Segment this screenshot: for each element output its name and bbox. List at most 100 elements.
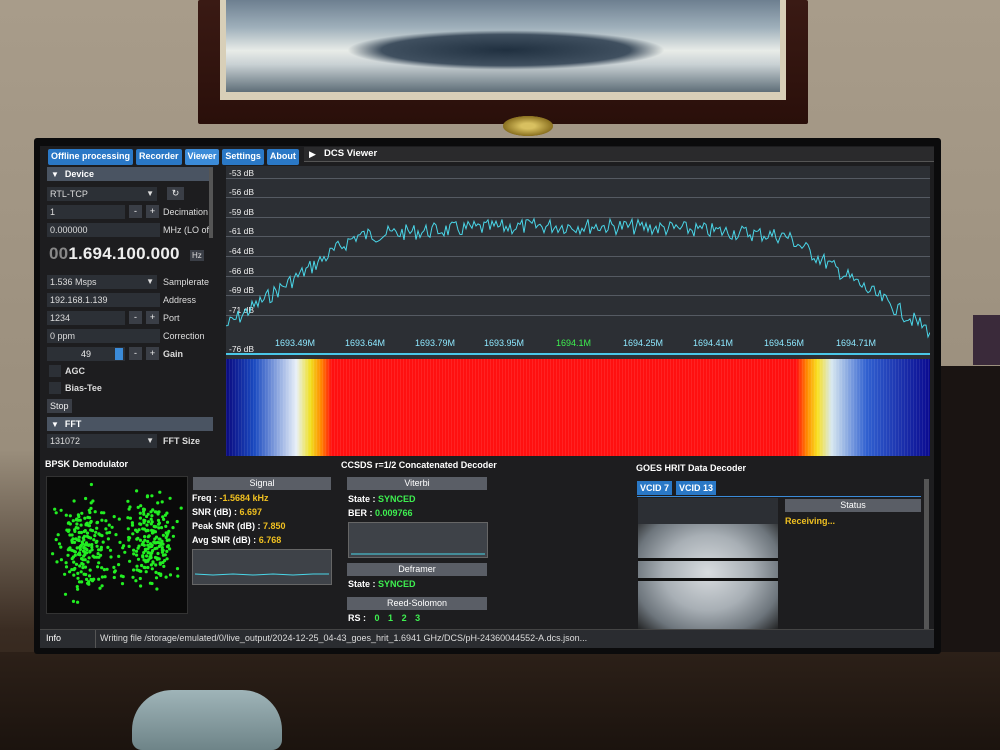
constellation-point xyxy=(146,551,150,555)
constellation-point xyxy=(84,547,88,551)
constellation-point xyxy=(86,560,90,564)
port-input[interactable]: 1234 xyxy=(47,311,125,325)
constellation-point xyxy=(146,565,150,570)
constellation-point xyxy=(141,527,145,531)
tab-offline-processing[interactable]: Offline processing xyxy=(48,149,134,165)
gain-slider-knob[interactable] xyxy=(115,348,123,360)
fft-size-select[interactable]: 131072 ▼ xyxy=(47,434,157,448)
dcs-viewer-bar[interactable]: ▶ DCS Viewer xyxy=(304,147,934,162)
constellation-point xyxy=(151,549,155,553)
constellation-point xyxy=(76,587,80,591)
waterfall-display[interactable] xyxy=(226,359,930,456)
constellation-point xyxy=(154,563,158,567)
correction-input[interactable]: 0 ppm xyxy=(47,329,160,343)
tab-recorder[interactable]: Recorder xyxy=(136,149,182,165)
decimation-minus-button[interactable]: - xyxy=(129,205,142,218)
constellation-point xyxy=(74,518,78,522)
constellation-point xyxy=(139,584,143,588)
constellation-point xyxy=(128,536,132,540)
constellation-point xyxy=(118,540,122,544)
goes-scrollbar[interactable] xyxy=(924,479,929,629)
goes-image-preview[interactable] xyxy=(638,498,778,634)
status-header[interactable]: Status xyxy=(785,499,921,512)
constellation-point xyxy=(97,548,101,552)
vcid-tab-underline xyxy=(637,496,921,497)
constellation-point xyxy=(138,569,142,573)
port-plus-button[interactable]: + xyxy=(146,311,159,324)
reed-solomon-header[interactable]: Reed-Solomon xyxy=(347,597,487,610)
constellation-point xyxy=(135,553,139,557)
lo-input[interactable]: 0.000000 xyxy=(47,223,160,237)
source-select[interactable]: RTL-TCP ▼ xyxy=(47,187,157,201)
constellation-point xyxy=(175,519,179,524)
frequency-label: 1694.56M xyxy=(764,338,805,348)
constellation-plot xyxy=(46,476,188,614)
deframer-state-value: SYNCED xyxy=(378,579,416,589)
gain-slider[interactable]: 49 xyxy=(47,347,125,361)
dropdown-arrow-icon: ▼ xyxy=(146,277,154,286)
constellation-point xyxy=(92,538,96,542)
snr-history-trace xyxy=(194,573,329,576)
left-panel-scrollbar[interactable] xyxy=(209,168,213,238)
samplerate-select[interactable]: 1.536 Msps ▼ xyxy=(47,275,157,289)
tab-about[interactable]: About xyxy=(266,149,299,165)
constellation-point xyxy=(101,540,105,544)
address-input[interactable]: 192.168.1.139 xyxy=(47,293,160,307)
viterbi-state-value: SYNCED xyxy=(378,494,416,504)
constellation-point xyxy=(77,530,81,535)
fft-plot[interactable]: -53 dB -56 dB -59 dB -61 dB -64 dB -66 dB -69 … xyxy=(226,166,930,359)
tab-vcid-7[interactable]: VCID 7 xyxy=(637,481,673,495)
constellation-point xyxy=(76,600,80,604)
biastee-checkbox[interactable] xyxy=(49,382,61,394)
constellation-point xyxy=(150,494,154,498)
port-minus-button[interactable]: - xyxy=(129,311,142,324)
constellation-point xyxy=(163,513,167,517)
constellation-point xyxy=(80,511,84,515)
constellation-point xyxy=(165,549,169,553)
decimation-input[interactable]: 1 xyxy=(47,205,125,219)
constellation-point xyxy=(146,520,151,524)
constellation-point xyxy=(153,510,157,514)
constellation-point xyxy=(54,511,58,515)
constellation-point xyxy=(141,540,145,544)
constellation-point xyxy=(156,551,160,556)
frequency-display[interactable]: 001.694.100.000 xyxy=(49,244,180,264)
constellation-point xyxy=(167,538,171,542)
constellation-point xyxy=(71,519,75,523)
constellation-point xyxy=(135,568,139,572)
constellation-point xyxy=(160,546,164,550)
constellation-point xyxy=(141,554,145,558)
constellation-point xyxy=(134,528,138,532)
device-header[interactable]: ▼ Device xyxy=(47,167,213,181)
signal-header[interactable]: Signal xyxy=(193,477,331,490)
tab-vcid-13[interactable]: VCID 13 xyxy=(676,481,717,495)
fft-header[interactable]: ▼ FFT xyxy=(47,417,213,431)
constellation-point xyxy=(95,544,99,548)
gain-minus-button[interactable]: - xyxy=(129,347,142,360)
deframer-state-row: State : SYNCED xyxy=(348,579,416,589)
port-label: Port xyxy=(163,313,180,323)
constellation-point xyxy=(146,543,150,547)
biastee-label: Bias-Tee xyxy=(65,383,102,393)
deframer-header[interactable]: Deframer xyxy=(347,563,487,576)
constellation-point xyxy=(136,536,140,540)
constellation-point xyxy=(156,540,160,544)
constellation-point xyxy=(110,525,114,529)
constellation-point xyxy=(145,514,149,519)
rs-value-3: 3 xyxy=(415,613,421,623)
constellation-point xyxy=(70,568,74,572)
stop-button[interactable]: Stop xyxy=(47,399,72,413)
constellation-point xyxy=(72,549,76,553)
constellation-point xyxy=(104,527,108,531)
refresh-icon[interactable]: ↻ xyxy=(167,187,184,200)
tab-settings[interactable]: Settings xyxy=(222,149,264,165)
constellation-point xyxy=(63,592,68,596)
rs-value-1: 1 xyxy=(388,613,394,623)
gain-plus-button[interactable]: + xyxy=(146,347,159,360)
agc-checkbox[interactable] xyxy=(49,365,61,377)
viterbi-header[interactable]: Viterbi xyxy=(347,477,487,490)
decimation-plus-button[interactable]: + xyxy=(146,205,159,218)
tab-viewer[interactable]: Viewer xyxy=(184,149,220,165)
address-label: Address xyxy=(163,295,197,305)
constellation-point xyxy=(146,539,150,544)
